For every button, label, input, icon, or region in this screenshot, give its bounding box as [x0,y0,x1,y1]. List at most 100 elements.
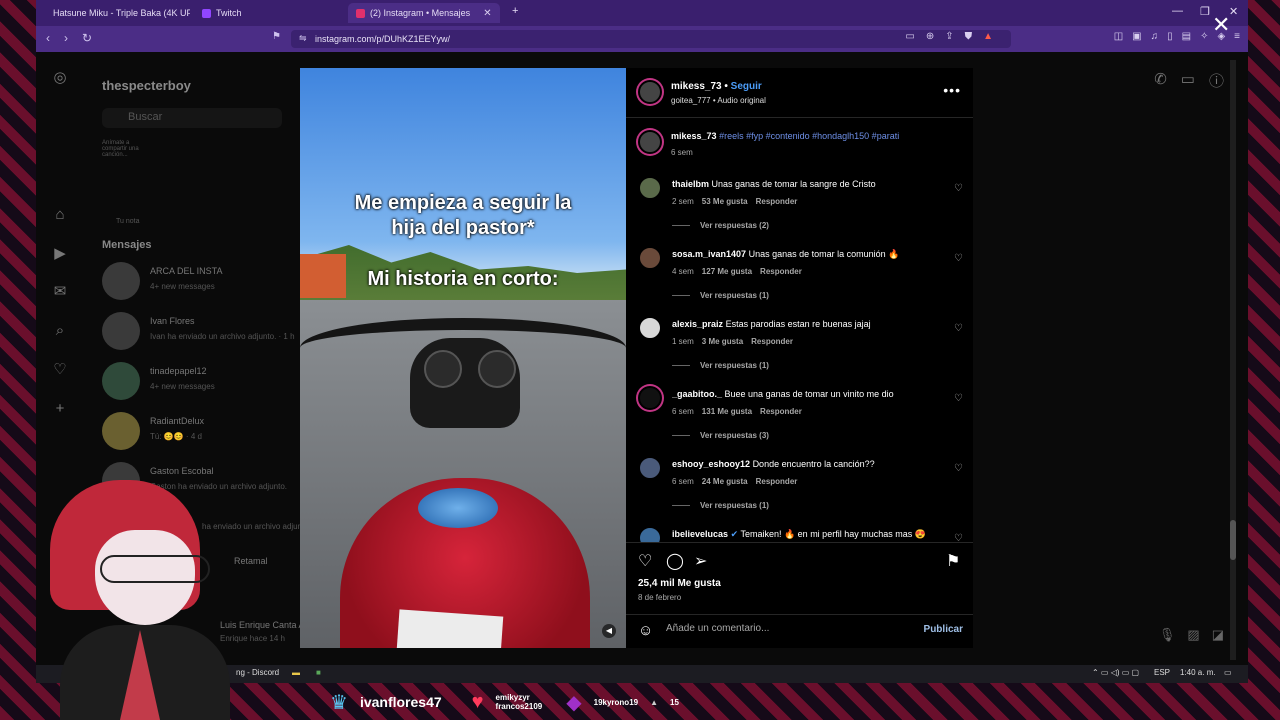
comment-icon[interactable]: ◯ [666,551,684,571]
reel-video[interactable]: Me empieza a seguir la hija del pastor* … [300,68,626,648]
comment-input[interactable]: Añade un comentario... [666,623,769,634]
reply-button[interactable]: Responder [756,197,798,206]
view-replies-button[interactable]: Ver respuestas (1) [672,501,769,510]
reply-button[interactable]: Responder [760,267,802,276]
more-options-icon[interactable]: ••• [943,82,961,98]
comment-username[interactable]: ibelievelucas [672,529,728,539]
reload-icon[interactable]: ↻ [82,31,92,45]
maximize-button[interactable]: ❐ [1200,5,1210,18]
dm-search-input[interactable]: Buscar [102,108,282,128]
comment-likes[interactable]: 3 Me gusta [702,337,743,346]
bookmark-icon[interactable]: ⚑ [272,31,281,42]
like-comment-icon[interactable]: ♡ [954,183,963,194]
like-icon[interactable]: ♡ [638,551,652,571]
avatar[interactable] [638,456,662,480]
url-field[interactable]: ⇋ instagram.com/p/DUhKZ1EEYyw/ [291,30,1011,48]
leo-icon[interactable]: ✧ [1200,31,1208,42]
share-icon[interactable]: ⇪ [945,31,953,42]
caption-username[interactable]: mikess_73 [671,131,717,141]
like-comment-icon[interactable]: ♡ [954,323,963,334]
comment-username[interactable]: _gaabitoo._ [672,389,722,399]
zoom-icon[interactable]: ⊕ [926,31,934,42]
view-replies-button[interactable]: Ver respuestas (2) [672,221,769,230]
view-replies-button[interactable]: Ver respuestas (1) [672,361,769,370]
comment-likes[interactable]: 131 Me gusta [702,407,752,416]
extension-icon[interactable]: ◫ [1114,31,1123,42]
comment-likes[interactable]: 24 Me gusta [702,477,748,486]
microphone-icon[interactable]: 🎙 [1159,627,1176,643]
avatar[interactable] [638,316,662,340]
app-icon[interactable]: ■ [316,668,321,677]
create-icon[interactable]: + [48,400,72,417]
view-replies-button[interactable]: Ver respuestas (3) [672,431,769,440]
avatar[interactable] [638,246,662,270]
home-icon[interactable]: ⌂ [48,206,72,223]
minimize-button[interactable]: — [1172,5,1183,17]
like-comment-icon[interactable]: ♡ [954,533,963,542]
avatar[interactable] [638,176,662,200]
forward-icon[interactable]: › [64,31,68,45]
tray-icons[interactable]: ⌃ ▭ ◁) ▭ ▢ [1092,668,1139,677]
note-bubble[interactable]: Anímate a compartir una canción... [102,140,148,158]
music-icon[interactable]: ♫ [1151,31,1159,42]
comment-username[interactable]: eshooy_eshooy12 [672,459,750,469]
comment-username[interactable]: thaielbm [672,179,709,189]
save-icon[interactable]: ⚑ [946,551,960,571]
reply-button[interactable]: Responder [760,407,802,416]
page-scrollbar[interactable] [1230,60,1236,660]
mute-icon[interactable]: ◀ [602,624,616,638]
avatar[interactable] [638,526,662,542]
sidebar-icon[interactable]: ▯ [1167,31,1173,42]
tab-twitch[interactable]: Twitch [194,3,344,23]
new-tab-button[interactable]: + [512,5,518,17]
close-tab-icon[interactable]: ✕ [483,8,491,19]
like-comment-icon[interactable]: ♡ [954,463,963,474]
instagram-logo-icon[interactable]: ◎ [48,68,72,86]
site-info-icon[interactable]: ⇋ [299,33,307,44]
like-comment-icon[interactable]: ♡ [954,393,963,404]
close-modal-icon[interactable]: ✕ [1212,12,1230,38]
tab-instagram[interactable]: (2) Instagram • Mensajes ✕ [348,3,500,23]
back-icon[interactable]: ‹ [46,31,50,45]
tab-youtube[interactable]: Hatsune Miku - Triple Baka (4K UPSC [40,3,190,23]
like-comment-icon[interactable]: ♡ [954,253,963,264]
caption-hashtags[interactable]: #reels #fyp #contenido #hondaglh150 #par… [719,131,899,141]
sticker-icon[interactable]: ◪ [1212,627,1224,643]
tabs-icon[interactable]: ▤ [1182,31,1191,42]
emoji-icon[interactable]: ☺ [638,622,653,639]
comment-username[interactable]: alexis_praiz [672,319,723,329]
reels-icon[interactable]: ▶ [48,244,72,262]
audio-link[interactable]: goitea_777 • Audio original [671,96,766,105]
author-username[interactable]: mikess_73 [671,81,722,92]
reply-button[interactable]: Responder [751,337,793,346]
like-count[interactable]: 25,4 mil Me gusta [638,578,721,589]
wallet-icon[interactable]: ▣ [1132,31,1141,42]
view-replies-button[interactable]: Ver respuestas (1) [672,291,769,300]
avatar[interactable] [638,80,662,104]
language-indicator[interactable]: ESP [1154,668,1170,677]
share-icon[interactable]: ➢ [694,551,707,571]
account-switcher[interactable]: thespecterboy [102,78,191,93]
shield-icon[interactable]: ⛊ [965,31,973,42]
comment-likes[interactable]: 127 Me gusta [702,267,752,276]
alert-icon[interactable]: ▲ [983,31,993,42]
menu-icon[interactable]: ≡ [1234,31,1240,42]
messages-icon[interactable]: ✉ [48,282,72,300]
publish-button[interactable]: Publicar [924,624,963,635]
avatar[interactable] [638,386,662,410]
notifications-icon[interactable]: ♡ [48,360,72,378]
phone-icon[interactable]: ✆ [1154,70,1167,91]
folder-icon[interactable]: ▬ [292,668,300,677]
notifications-icon[interactable]: ▭ [1224,668,1232,677]
info-icon[interactable]: ⓘ [1209,70,1224,91]
clock[interactable]: 1:40 a. m. [1180,668,1216,677]
follow-button[interactable]: Seguir [731,81,762,92]
screen-icon[interactable]: ▭ [905,31,914,42]
avatar[interactable] [638,130,662,154]
search-icon[interactable]: ⌕ [48,322,72,339]
image-icon[interactable]: ▨ [1187,627,1199,643]
video-call-icon[interactable]: ▭ [1181,70,1195,91]
reply-button[interactable]: Responder [756,477,798,486]
scrollbar-thumb[interactable] [1230,520,1236,560]
comment-username[interactable]: sosa.m_ivan1407 [672,249,746,259]
